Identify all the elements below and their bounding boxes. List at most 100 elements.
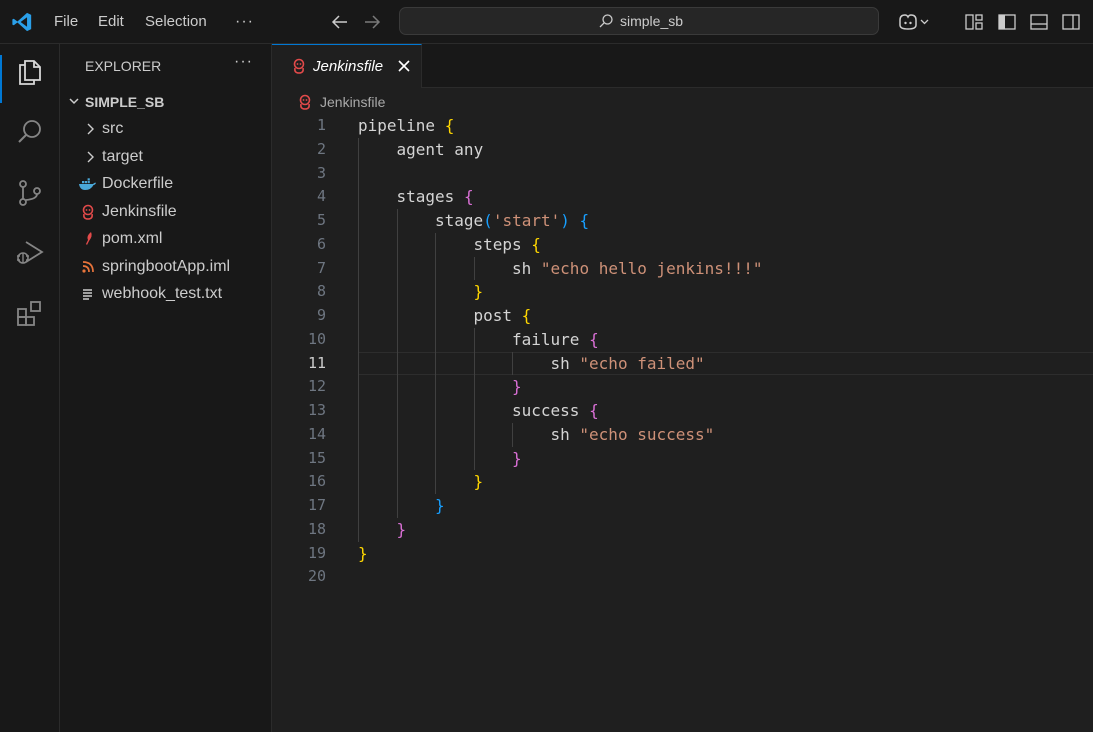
- line-number: 14: [307, 424, 326, 443]
- breadcrumb-file[interactable]: Jenkinsfile: [320, 94, 385, 110]
- code-token: {: [531, 234, 541, 254]
- indent-guide: [473, 327, 475, 471]
- code-line[interactable]: 4 stages {: [272, 185, 1093, 209]
- search-icon[interactable]: [14, 116, 46, 148]
- code-line[interactable]: 19}: [272, 542, 1093, 566]
- code-text: }: [474, 470, 484, 494]
- code-token: }: [473, 472, 484, 492]
- copilot-icon[interactable]: [896, 12, 932, 32]
- source-control-icon[interactable]: [14, 177, 46, 209]
- toggle-panel-icon[interactable]: [1029, 12, 1049, 32]
- search-icon: [599, 14, 613, 28]
- toggle-secondary-sidebar-icon[interactable]: [1061, 12, 1081, 32]
- tree-item-label: springbootApp.iml: [102, 258, 231, 275]
- line-number: 1: [316, 116, 326, 134]
- code-line[interactable]: 17}: [272, 494, 1093, 518]
- tree-item-target[interactable]: target: [60, 144, 271, 170]
- workspace-folder[interactable]: SIMPLE_SB: [60, 90, 271, 114]
- code-text: agent any: [397, 138, 484, 162]
- code-token: }: [396, 519, 407, 539]
- code-token: }: [358, 543, 368, 563]
- code-token: }: [512, 377, 522, 397]
- line-number: 4: [316, 187, 326, 206]
- code-token: stages: [396, 187, 464, 207]
- maven-feather-icon: [86, 232, 92, 245]
- tree-item-jenkinsfile[interactable]: Jenkinsfile: [60, 199, 271, 225]
- code-line[interactable]: 16}: [272, 470, 1093, 494]
- tree-item-webhook[interactable]: webhook_test.txt: [60, 281, 271, 307]
- folder-name: SIMPLE_SB: [85, 94, 165, 110]
- code-line[interactable]: 12}: [272, 375, 1093, 399]
- code-token: {: [521, 306, 532, 325]
- command-center-search[interactable]: simple_sb: [399, 7, 879, 35]
- code-line[interactable]: 9 post {: [272, 304, 1093, 328]
- tree-item-iml[interactable]: springbootApp.iml: [60, 254, 271, 280]
- code-line[interactable]: 5 stage('start') {: [272, 209, 1093, 233]
- chevron-right-icon: [87, 151, 94, 163]
- activity-bar: [0, 44, 60, 732]
- extensions-icon[interactable]: [14, 298, 46, 330]
- indent-guide: [435, 232, 436, 494]
- code-text: failure {: [512, 328, 599, 352]
- explorer-icon[interactable]: [14, 56, 46, 88]
- code-line[interactable]: 1 pipeline {: [272, 114, 1093, 138]
- code-line[interactable]: 10 failure {: [272, 328, 1093, 352]
- menu-edit[interactable]: Edit: [98, 0, 124, 44]
- toggle-primary-sidebar-icon[interactable]: [997, 12, 1017, 32]
- code-line[interactable]: 2 agent any: [272, 138, 1093, 162]
- line-number: 2: [316, 139, 326, 158]
- code-token: {: [589, 401, 599, 420]
- active-indicator: [0, 55, 2, 103]
- code-token: }: [512, 448, 522, 468]
- run-debug-icon[interactable]: [14, 237, 46, 269]
- menu-more[interactable]: ···: [235, 0, 254, 44]
- customize-layout-icon[interactable]: [964, 12, 984, 32]
- code-text: sh "echo failed": [551, 352, 705, 376]
- line-number: 3: [316, 163, 326, 182]
- code-line[interactable]: 7 sh "echo hello jenkins!!!": [272, 257, 1093, 281]
- line-number: 8: [316, 282, 326, 301]
- tab-jenkinsfile[interactable]: Jenkinsfile: [272, 44, 422, 88]
- menu-selection[interactable]: Selection: [145, 0, 207, 44]
- menu-file[interactable]: File: [54, 0, 78, 44]
- code-token: failure: [512, 329, 590, 349]
- code-text: }: [512, 375, 522, 399]
- indent-guide: [512, 351, 513, 376]
- tree-item-src[interactable]: src: [60, 116, 271, 142]
- code-token: (: [483, 211, 493, 230]
- explorer-more-actions[interactable]: ···: [234, 53, 253, 71]
- explorer-title: EXPLORER: [85, 58, 162, 74]
- line-number: 6: [316, 234, 326, 253]
- code-text: sh "echo success": [551, 423, 715, 447]
- code-line[interactable]: 15}: [272, 447, 1093, 471]
- back-arrow-icon[interactable]: [330, 13, 350, 31]
- rss-icon: [82, 261, 94, 273]
- code-line[interactable]: 20: [272, 565, 1093, 589]
- tree-item-label: Dockerfile: [102, 175, 174, 192]
- jenkins-icon: [82, 204, 94, 220]
- tree-item-label: target: [102, 148, 143, 165]
- code-token: sh: [512, 258, 541, 278]
- close-icon[interactable]: [396, 58, 412, 74]
- line-number: 18: [307, 519, 326, 538]
- code-line[interactable]: 3: [272, 162, 1093, 186]
- line-number: 7: [316, 258, 326, 277]
- code-token: {: [579, 211, 590, 230]
- indent-guide: [473, 256, 475, 281]
- code-text: }: [474, 280, 484, 304]
- vscode-logo-icon[interactable]: [10, 11, 34, 33]
- code-token: pipeline: [358, 116, 445, 135]
- code-line[interactable]: 14 sh "echo success": [272, 423, 1093, 447]
- code-line[interactable]: 6 steps {: [272, 233, 1093, 257]
- tree-item-pom[interactable]: pom.xml: [60, 226, 271, 252]
- chevron-down-icon: [69, 98, 79, 105]
- code-line[interactable]: 13 success {: [272, 399, 1093, 423]
- tree-item-dockerfile[interactable]: Dockerfile: [60, 171, 271, 197]
- code-line[interactable]: 18}: [272, 518, 1093, 542]
- code-token: post: [473, 306, 522, 325]
- code-line[interactable]: 8}: [272, 280, 1093, 304]
- forward-arrow-icon[interactable]: [362, 13, 382, 31]
- code-editor[interactable]: 1 pipeline {2 agent any 3 4 stages {5 stage('s…: [272, 114, 1093, 589]
- code-token: {: [589, 329, 599, 349]
- code-line[interactable]: 11 sh "echo failed": [272, 352, 1093, 376]
